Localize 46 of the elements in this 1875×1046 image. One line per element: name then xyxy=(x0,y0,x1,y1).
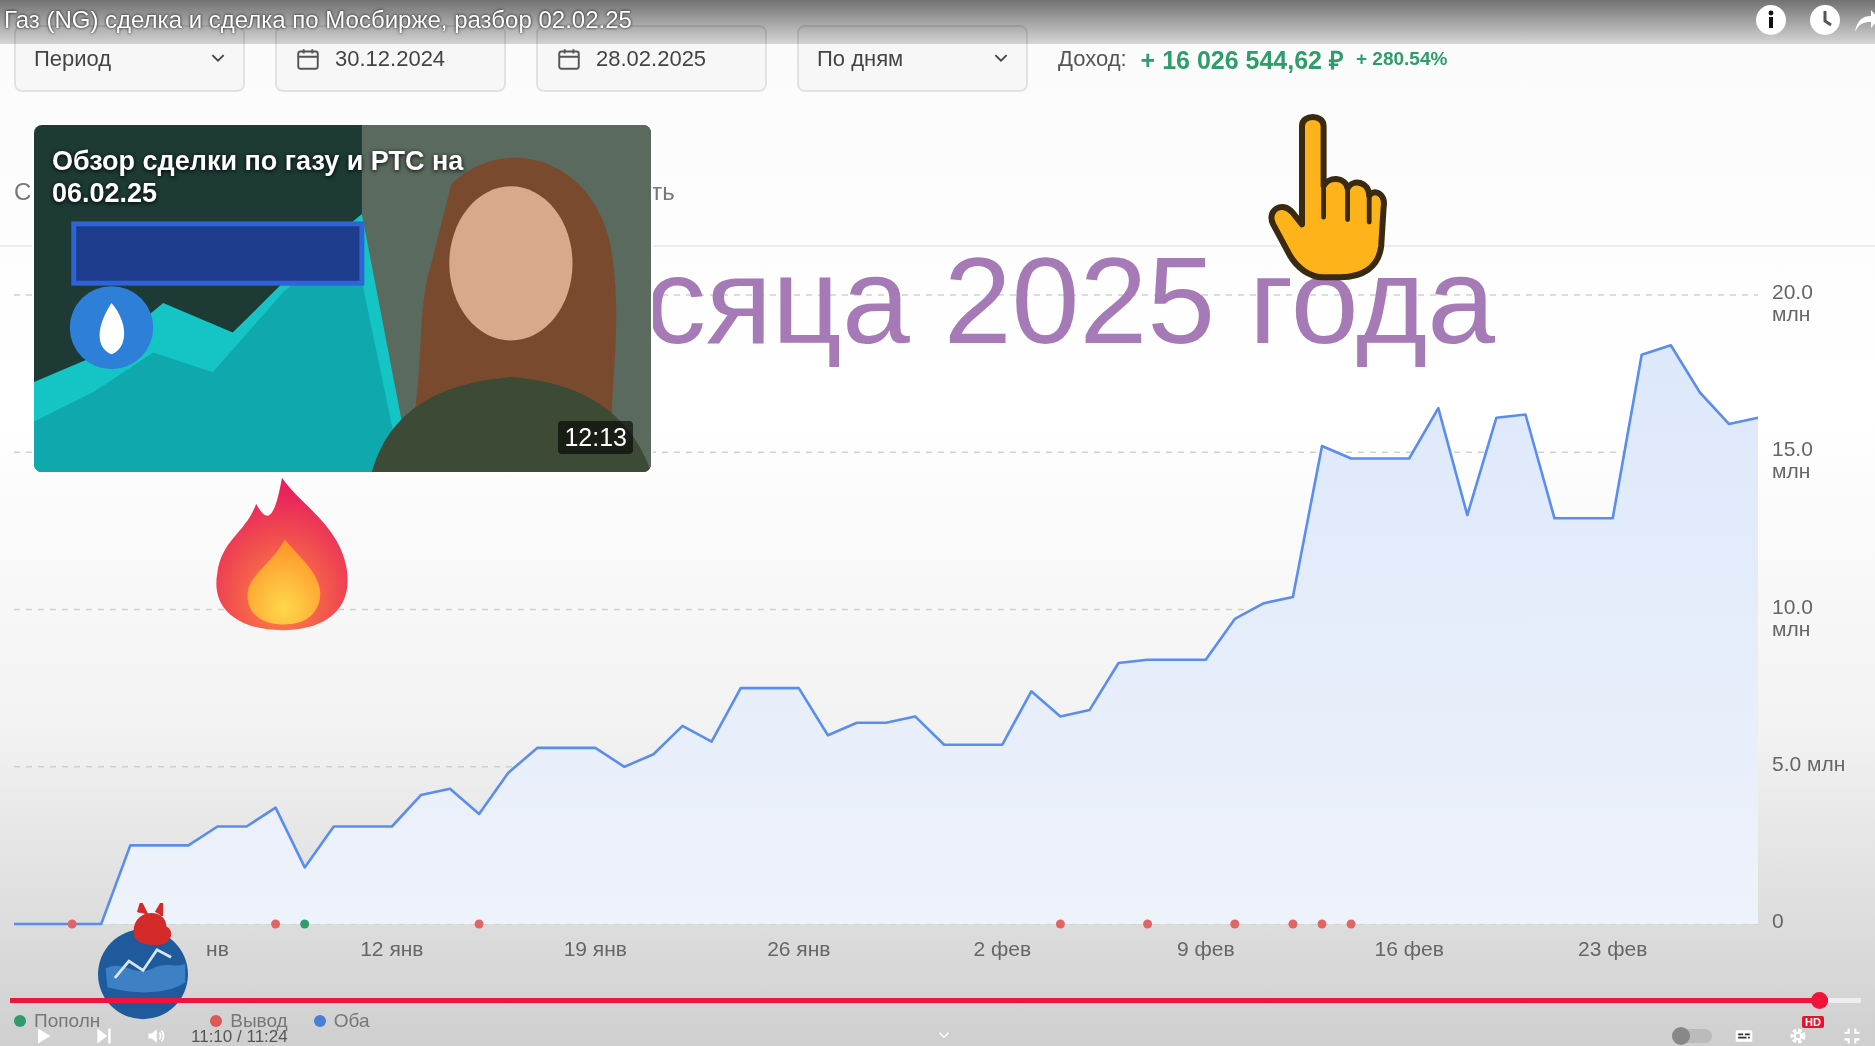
event-dot xyxy=(474,919,484,929)
duration-badge: 12:13 xyxy=(558,421,633,454)
y-axis-label: 20.0 млн xyxy=(1772,281,1814,326)
exit-fullscreen-icon[interactable] xyxy=(1842,1026,1862,1046)
x-axis-label: 26 янв xyxy=(767,937,831,960)
hd-badge: HD xyxy=(1802,1016,1824,1028)
event-dot xyxy=(1143,919,1153,929)
legend-label: Пополн xyxy=(34,1010,101,1032)
y-axis-label: 10.0 млн xyxy=(1772,595,1814,640)
progress-handle[interactable] xyxy=(1810,992,1828,1009)
income-label: Доход: xyxy=(1058,45,1127,72)
info-icon[interactable] xyxy=(1755,4,1787,36)
grouping-dropdown[interactable]: По дням xyxy=(797,25,1028,92)
legend-label: Оба xyxy=(333,1010,370,1032)
progress-bar[interactable] xyxy=(10,992,1861,1009)
event-dot xyxy=(67,919,77,929)
legend-label: Вывод xyxy=(230,1010,288,1031)
event-dot xyxy=(1346,919,1356,929)
clock-icon[interactable] xyxy=(1809,4,1841,36)
x-axis-label: 2 фев xyxy=(973,937,1032,960)
x-axis-label: 9 фев xyxy=(1176,937,1235,960)
tab-label[interactable]: ть xyxy=(651,178,675,206)
income-percent: + 280.54% xyxy=(1355,47,1448,70)
event-dot xyxy=(1288,919,1298,929)
next-icon[interactable] xyxy=(94,1026,114,1046)
video-title: Обзор сделки по газу и РТС на 06.02.25 xyxy=(52,145,465,210)
autoplay-toggle[interactable] xyxy=(1672,1029,1712,1043)
event-dot xyxy=(271,919,281,929)
chevron-down-icon xyxy=(994,54,1008,63)
video-card[interactable]: Обзор сделки по газу и РТС на 06.02.25 12:13 xyxy=(32,123,653,474)
x-axis-label: нв xyxy=(206,937,229,960)
x-axis-label: 23 фев xyxy=(1578,937,1648,960)
y-axis-label: 5.0 млн xyxy=(1772,752,1847,775)
event-dot xyxy=(300,919,310,929)
y-axis-label: 0 xyxy=(1772,910,1785,933)
chevron-down-icon xyxy=(211,54,225,63)
event-dot xyxy=(1055,919,1065,929)
settings-icon[interactable] xyxy=(1788,1026,1808,1046)
income-value: + 16 026 544,62 ₽ xyxy=(1140,44,1344,76)
event-dot xyxy=(1317,919,1327,929)
y-axis-label: 15.0 млн xyxy=(1772,438,1814,483)
x-axis-label: 19 янв xyxy=(563,937,627,960)
x-axis-label: 12 янв xyxy=(360,937,424,960)
tab-label[interactable]: С xyxy=(14,178,32,206)
x-axis-label: 16 фев xyxy=(1374,937,1444,960)
event-dot xyxy=(1230,919,1240,929)
